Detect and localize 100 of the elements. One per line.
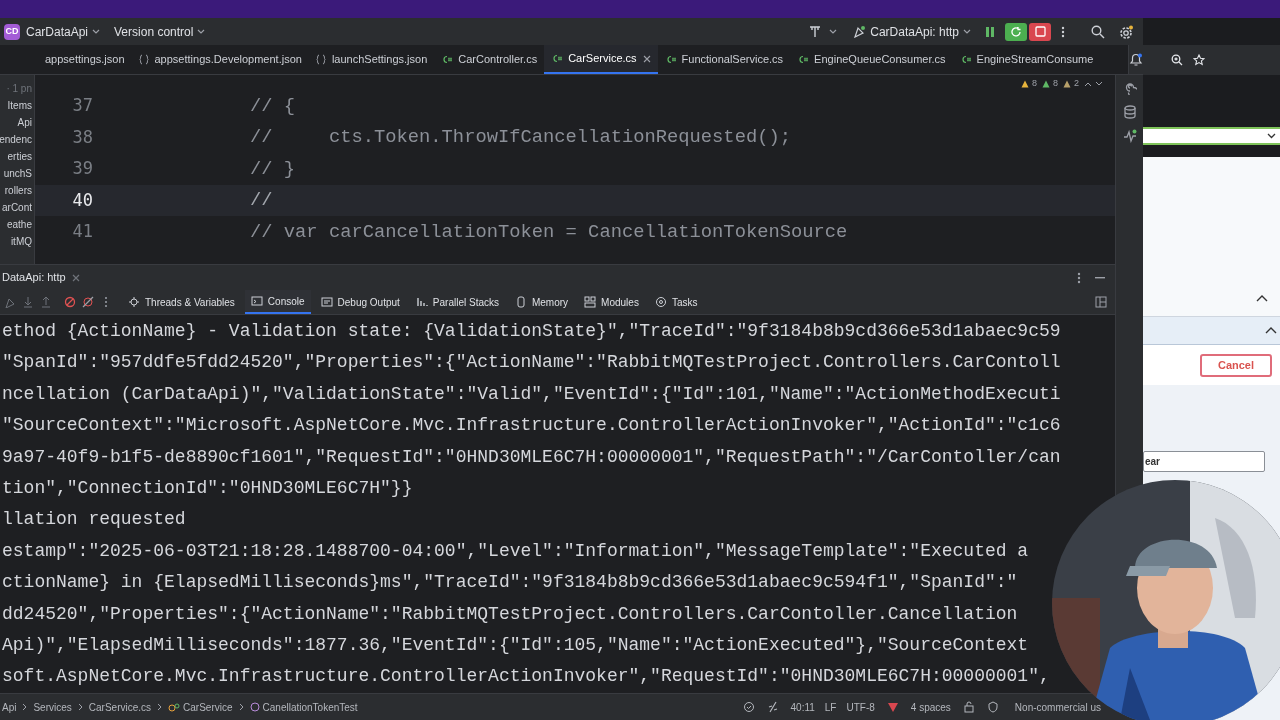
pause-icon[interactable] — [985, 25, 995, 38]
more-icon[interactable] — [1061, 25, 1065, 38]
tree-item[interactable]: Items — [0, 98, 34, 112]
line-number: 38 — [71, 125, 93, 149]
class-icon — [168, 702, 181, 712]
check-icon — [1041, 79, 1050, 88]
session-tab[interactable]: DataApi: http — [2, 269, 70, 286]
tree-item[interactable]: eathe — [0, 217, 34, 231]
debug-tab[interactable]: Console — [244, 290, 311, 314]
minimize-icon[interactable] — [1095, 276, 1105, 279]
debug-tab[interactable]: Modules — [578, 290, 645, 314]
editor-tab[interactable]: launchSettings.json — [308, 45, 435, 74]
stop-icon — [1034, 26, 1046, 37]
line-number: 41 — [71, 220, 93, 243]
line-ending[interactable]: LF — [824, 699, 837, 715]
step-into-icon[interactable] — [22, 296, 34, 308]
debug-tab[interactable]: Threads & Variables — [122, 290, 241, 314]
breadcrumb[interactable]: Services — [33, 699, 72, 715]
editor-tab[interactable]: appsettings.Development.json — [131, 45, 309, 74]
debug-tab[interactable]: Parallel Stacks — [409, 290, 505, 314]
step-out-icon[interactable] — [40, 296, 52, 308]
run-config-menu[interactable]: CarDataApi: http — [853, 22, 971, 41]
inspection-count: 8 — [1052, 77, 1058, 90]
tree-item[interactable]: endenc — [0, 132, 34, 146]
search-icon[interactable] — [1091, 24, 1105, 39]
tree-item[interactable]: arCont — [0, 200, 34, 214]
debug-tab[interactable]: Tasks — [648, 290, 704, 314]
editor-tab[interactable]: EngineQueueConsumer.cs — [790, 45, 953, 74]
console-line: "SpanId":"957ddfe5fdd24520","Properties":{"ActionName":"RabbitMQTestProject.Controllers.CarContoll — [2, 351, 1062, 375]
chevron-up-icon[interactable] — [1084, 80, 1092, 87]
license-status[interactable]: Non-commercial us — [1014, 699, 1101, 715]
chevron-down-icon[interactable] — [963, 29, 971, 34]
tree-item[interactable]: itMQ — [0, 234, 34, 248]
dropdown-field[interactable] — [1143, 127, 1280, 145]
chevron-up-icon[interactable] — [1256, 295, 1268, 302]
inspection-count: 2 — [1074, 77, 1079, 90]
debug-tab[interactable]: Debug Output — [314, 290, 406, 314]
more-icon[interactable] — [104, 296, 108, 308]
tree-item[interactable]: erties — [0, 149, 34, 163]
breadcrumb[interactable]: Api — [2, 699, 17, 715]
editor-tab[interactable]: EngineStreamConsume — [952, 45, 1101, 74]
console-line: soft.AspNetCore.Mvc.Infrastructure.ControllerActionInvoker","RequestId":"0HND30MLE6C7H:00000001", — [2, 665, 1051, 689]
breadcrumb[interactable]: CanellationTokenTest — [249, 699, 358, 715]
chevron-down-icon[interactable] — [1095, 80, 1103, 87]
tree-item[interactable]: rollers — [0, 183, 34, 197]
breadcrumb[interactable]: CarService — [168, 699, 233, 715]
csharp-icon — [551, 53, 564, 64]
input-field[interactable]: ear — [1143, 451, 1265, 472]
tree-item[interactable]: unchS — [0, 166, 34, 180]
editor-tab[interactable]: CarService.cs — [544, 45, 658, 74]
debug-tab[interactable]: Memory — [508, 290, 575, 314]
close-icon[interactable] — [71, 273, 80, 282]
indent-setting[interactable]: 4 spaces — [910, 699, 951, 715]
tree-item[interactable]: Api — [0, 115, 34, 129]
chevron-down-icon[interactable] — [197, 29, 206, 34]
editor-tab[interactable]: appsettings.json — [38, 45, 132, 74]
code-line: // — [250, 188, 273, 214]
vcs-menu[interactable]: Version control — [114, 22, 206, 41]
lock-icon[interactable] — [962, 701, 975, 713]
console-line: tion","ConnectionId":"0HND30MLE6C7H"}} — [2, 476, 414, 500]
zoom-icon[interactable] — [1171, 54, 1183, 66]
layout-icon[interactable] — [1095, 296, 1107, 308]
breadcrumb[interactable]: CarService.cs — [88, 699, 152, 715]
restart-button[interactable] — [1005, 22, 1027, 41]
editor-tab[interactable]: CarController.cs — [434, 45, 545, 74]
console-line: 9a97-40f9-b1f5-de8890cf1601","RequestId":"0HND30MLE6C7H:00000001","RequestPath":"/CarContoller/can — [2, 445, 1062, 469]
chevron-right-icon — [77, 703, 83, 711]
terminal-icon — [250, 295, 263, 307]
notification-icon[interactable] — [1129, 52, 1144, 67]
line-number: 39 — [71, 157, 93, 180]
line-number: 40 — [71, 188, 93, 212]
chevron-down-icon[interactable] — [829, 29, 838, 34]
settings-icon[interactable] — [1119, 24, 1133, 39]
pulse-icon[interactable] — [1122, 129, 1137, 143]
editor-tab[interactable]: FunctionalService.cs — [657, 45, 791, 74]
chevron-down-icon[interactable] — [92, 29, 101, 34]
chip-icon — [514, 296, 527, 308]
breakpoints-icon[interactable] — [64, 296, 76, 308]
braces-icon — [315, 54, 326, 65]
encoding[interactable]: UTF-8 — [846, 699, 875, 715]
csharp-icon — [959, 54, 972, 65]
more-icon[interactable] — [1077, 271, 1081, 284]
warning-icon — [1063, 79, 1071, 88]
csharp-icon — [664, 54, 677, 65]
mute-breakpoints-icon[interactable] — [82, 296, 94, 308]
database-icon[interactable] — [1123, 105, 1136, 119]
project-menu[interactable]: CarDataApi — [26, 22, 101, 41]
check-circle-icon[interactable] — [742, 701, 755, 713]
cog-icon — [654, 296, 667, 308]
restart-icon — [1010, 25, 1022, 38]
hammer-icon[interactable] — [809, 25, 822, 38]
star-icon[interactable] — [1193, 54, 1205, 66]
cancel-button[interactable]: Cancel — [1200, 353, 1272, 377]
close-icon[interactable] — [642, 54, 651, 63]
chevron-up-icon[interactable] — [1265, 327, 1277, 334]
code-line: // cts.Token.ThrowIfCancellationRequested(); — [250, 125, 791, 151]
step-over-icon[interactable] — [4, 296, 16, 308]
cursor-position[interactable]: 40:11 — [790, 699, 815, 715]
window-icon — [320, 296, 333, 308]
stop-button[interactable] — [1029, 22, 1051, 41]
